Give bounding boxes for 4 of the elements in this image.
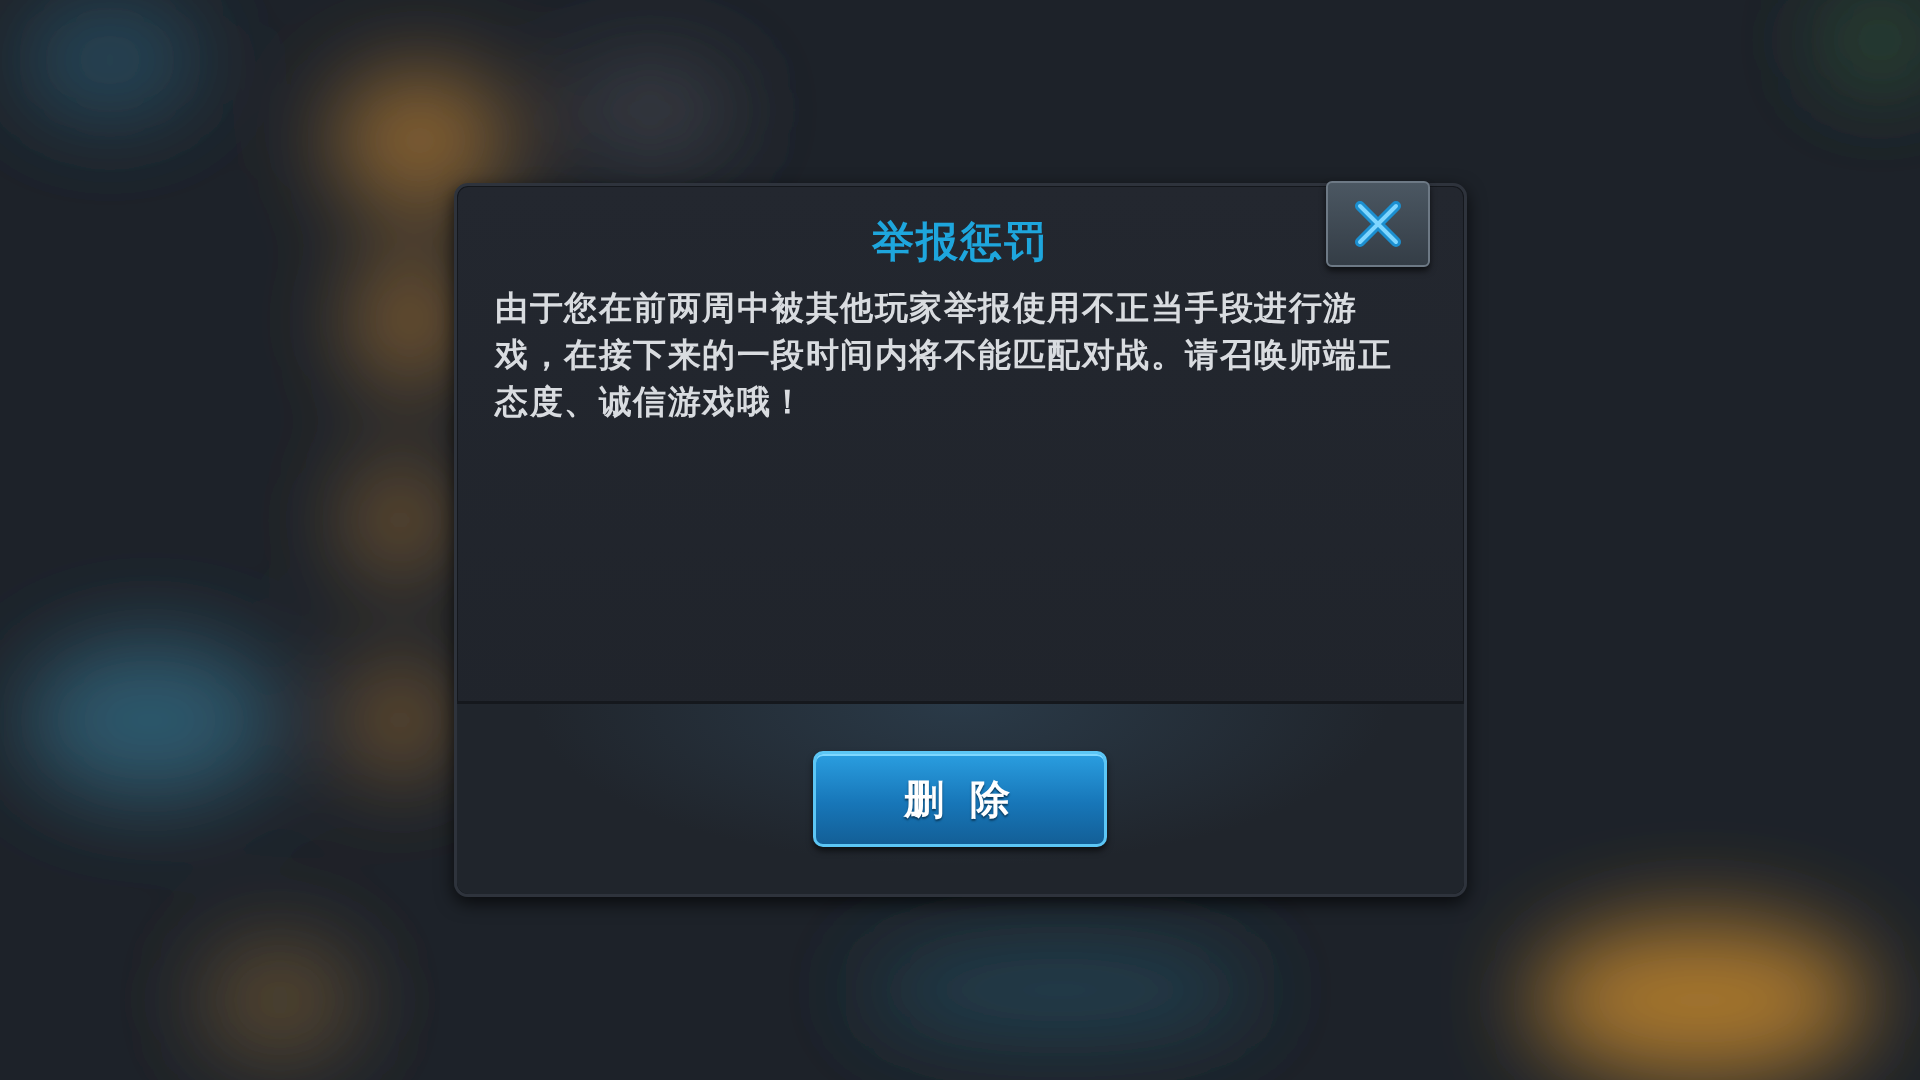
dialog-title: 举报惩罚 (872, 216, 1048, 268)
delete-button[interactable]: 删 除 (813, 751, 1107, 847)
dialog-message: 由于您在前两周中被其他玩家举报使用不正当手段进行游戏，在接下来的一段时间内将不能匹配对战。请召唤师端正态度、诚信游戏哦！ (495, 287, 1393, 423)
close-button[interactable] (1325, 181, 1430, 267)
